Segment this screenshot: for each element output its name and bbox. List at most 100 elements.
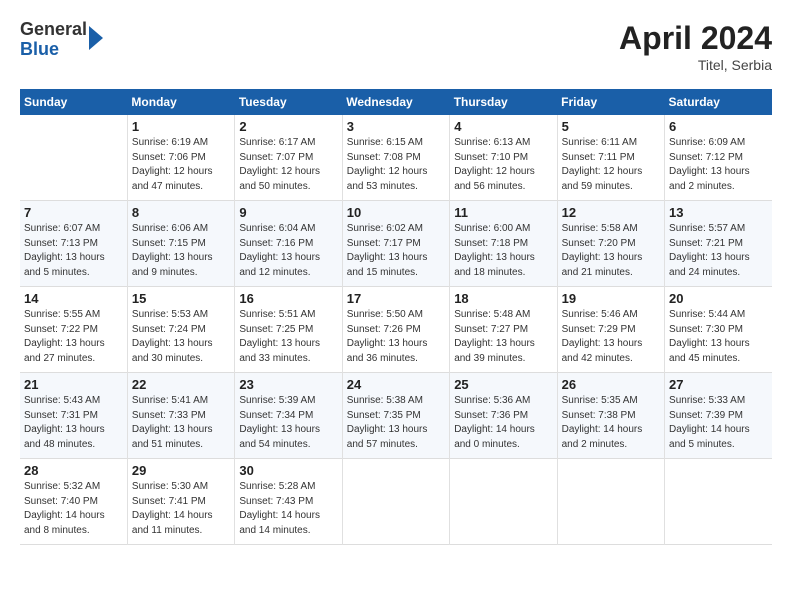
day-info: Sunrise: 6:04 AM Sunset: 7:16 PM Dayligh… [239, 222, 337, 280]
day-info: Sunrise: 5:36 AM Sunset: 7:36 PM Dayligh… [454, 394, 552, 452]
calendar-week-row: 28 Sunrise: 5:32 AM Sunset: 7:40 PM Dayli… [20, 459, 772, 545]
calendar-cell: 5Sunrise: 6:11 AM Sunset: 7:11 PM Daylig… [557, 115, 664, 201]
day-info: Sunrise: 5:30 AM Sunset: 7:41 PM Dayligh… [132, 480, 230, 538]
day-info: Sunrise: 5:38 AM Sunset: 7:35 PM Dayligh… [347, 394, 445, 452]
calendar-cell: 12 Sunrise: 5:58 AM Sunset: 7:20 PM Dayli… [557, 201, 664, 287]
calendar-cell: 2Sunrise: 6:17 AM Sunset: 7:07 PM Daylig… [235, 115, 342, 201]
day-info: Sunrise: 5:51 AM Sunset: 7:25 PM Dayligh… [239, 308, 337, 366]
day-number: 21 [24, 377, 123, 392]
subtitle: Titel, Serbia [619, 57, 772, 73]
calendar-week-row: 1Sunrise: 6:19 AM Sunset: 7:06 PM Daylig… [20, 115, 772, 201]
calendar-cell: 18 Sunrise: 5:48 AM Sunset: 7:27 PM Dayli… [450, 287, 557, 373]
calendar-cell: 4 Sunrise: 6:13 AM Sunset: 7:10 PM Daylig… [450, 115, 557, 201]
day-number: 3 [347, 119, 445, 134]
day-number: 29 [132, 463, 230, 478]
calendar-cell: 13 Sunrise: 5:57 AM Sunset: 7:21 PM Dayli… [665, 201, 772, 287]
calendar-cell: 14 Sunrise: 5:55 AM Sunset: 7:22 PM Dayli… [20, 287, 127, 373]
day-header: Saturday [665, 89, 772, 115]
calendar-cell [665, 459, 772, 545]
day-info: Sunrise: 5:41 AM Sunset: 7:33 PM Dayligh… [132, 394, 230, 452]
day-info: Sunrise: 6:17 AM Sunset: 7:07 PM Dayligh… [239, 136, 337, 194]
calendar-cell: 6 Sunrise: 6:09 AM Sunset: 7:12 PM Daylig… [665, 115, 772, 201]
day-info: Sunrise: 5:35 AM Sunset: 7:38 PM Dayligh… [562, 394, 660, 452]
day-number: 10 [347, 205, 445, 220]
day-info: Sunrise: 6:09 AM Sunset: 7:12 PM Dayligh… [669, 136, 768, 194]
logo-line1: General [20, 20, 87, 40]
calendar-cell: 30Sunrise: 5:28 AM Sunset: 7:43 PM Dayli… [235, 459, 342, 545]
day-number: 24 [347, 377, 445, 392]
logo-icon [89, 26, 103, 50]
calendar-week-row: 14 Sunrise: 5:55 AM Sunset: 7:22 PM Dayli… [20, 287, 772, 373]
day-number: 30 [239, 463, 337, 478]
day-header: Friday [557, 89, 664, 115]
day-header: Wednesday [342, 89, 449, 115]
day-number: 1 [132, 119, 230, 134]
day-number: 25 [454, 377, 552, 392]
day-number: 11 [454, 205, 552, 220]
day-number: 6 [669, 119, 768, 134]
calendar-cell: 25 Sunrise: 5:36 AM Sunset: 7:36 PM Dayli… [450, 373, 557, 459]
calendar-cell [450, 459, 557, 545]
day-number: 20 [669, 291, 768, 306]
day-header: Sunday [20, 89, 127, 115]
calendar-cell: 24 Sunrise: 5:38 AM Sunset: 7:35 PM Dayli… [342, 373, 449, 459]
day-info: Sunrise: 6:07 AM Sunset: 7:13 PM Dayligh… [24, 222, 123, 280]
calendar-cell: 27Sunrise: 5:33 AM Sunset: 7:39 PM Dayli… [665, 373, 772, 459]
calendar-cell: 1Sunrise: 6:19 AM Sunset: 7:06 PM Daylig… [127, 115, 234, 201]
main-title: April 2024 [619, 20, 772, 57]
header-row: SundayMondayTuesdayWednesdayThursdayFrid… [20, 89, 772, 115]
calendar-cell: 22 Sunrise: 5:41 AM Sunset: 7:33 PM Dayli… [127, 373, 234, 459]
calendar-cell: 9 Sunrise: 6:04 AM Sunset: 7:16 PM Daylig… [235, 201, 342, 287]
calendar-cell: 16 Sunrise: 5:51 AM Sunset: 7:25 PM Dayli… [235, 287, 342, 373]
day-number: 23 [239, 377, 337, 392]
day-info: Sunrise: 5:32 AM Sunset: 7:40 PM Dayligh… [24, 480, 123, 538]
day-number: 13 [669, 205, 768, 220]
day-number: 17 [347, 291, 445, 306]
calendar-cell: 10Sunrise: 6:02 AM Sunset: 7:17 PM Dayli… [342, 201, 449, 287]
day-info: Sunrise: 6:15 AM Sunset: 7:08 PM Dayligh… [347, 136, 445, 194]
day-number: 14 [24, 291, 123, 306]
day-info: Sunrise: 5:57 AM Sunset: 7:21 PM Dayligh… [669, 222, 768, 280]
day-info: Sunrise: 5:44 AM Sunset: 7:30 PM Dayligh… [669, 308, 768, 366]
calendar-cell [557, 459, 664, 545]
day-number: 19 [562, 291, 660, 306]
day-info: Sunrise: 5:39 AM Sunset: 7:34 PM Dayligh… [239, 394, 337, 452]
day-number: 4 [454, 119, 552, 134]
day-info: Sunrise: 5:53 AM Sunset: 7:24 PM Dayligh… [132, 308, 230, 366]
day-number: 26 [562, 377, 660, 392]
calendar-cell [342, 459, 449, 545]
day-number: 9 [239, 205, 337, 220]
calendar-table: SundayMondayTuesdayWednesdayThursdayFrid… [20, 89, 772, 545]
day-info: Sunrise: 5:55 AM Sunset: 7:22 PM Dayligh… [24, 308, 123, 366]
day-number: 12 [562, 205, 660, 220]
day-number: 28 [24, 463, 123, 478]
day-number: 18 [454, 291, 552, 306]
day-info: Sunrise: 5:46 AM Sunset: 7:29 PM Dayligh… [562, 308, 660, 366]
day-info: Sunrise: 6:13 AM Sunset: 7:10 PM Dayligh… [454, 136, 552, 194]
calendar-cell: 11 Sunrise: 6:00 AM Sunset: 7:18 PM Dayli… [450, 201, 557, 287]
day-info: Sunrise: 6:00 AM Sunset: 7:18 PM Dayligh… [454, 222, 552, 280]
calendar-header: SundayMondayTuesdayWednesdayThursdayFrid… [20, 89, 772, 115]
day-info: Sunrise: 5:48 AM Sunset: 7:27 PM Dayligh… [454, 308, 552, 366]
day-number: 16 [239, 291, 337, 306]
page-header: General Blue April 2024 Titel, Serbia [20, 20, 772, 73]
day-number: 7 [24, 205, 123, 220]
day-info: Sunrise: 5:58 AM Sunset: 7:20 PM Dayligh… [562, 222, 660, 280]
day-info: Sunrise: 5:33 AM Sunset: 7:39 PM Dayligh… [669, 394, 768, 452]
day-header: Tuesday [235, 89, 342, 115]
calendar-cell [20, 115, 127, 201]
calendar-cell: 20 Sunrise: 5:44 AM Sunset: 7:30 PM Dayli… [665, 287, 772, 373]
calendar-cell: 17Sunrise: 5:50 AM Sunset: 7:26 PM Dayli… [342, 287, 449, 373]
logo-line2: Blue [20, 40, 87, 60]
day-info: Sunrise: 5:43 AM Sunset: 7:31 PM Dayligh… [24, 394, 123, 452]
day-header: Monday [127, 89, 234, 115]
calendar-week-row: 21 Sunrise: 5:43 AM Sunset: 7:31 PM Dayli… [20, 373, 772, 459]
calendar-cell: 8Sunrise: 6:06 AM Sunset: 7:15 PM Daylig… [127, 201, 234, 287]
logo: General Blue [20, 20, 103, 60]
calendar-cell: 29 Sunrise: 5:30 AM Sunset: 7:41 PM Dayli… [127, 459, 234, 545]
calendar-cell: 19 Sunrise: 5:46 AM Sunset: 7:29 PM Dayli… [557, 287, 664, 373]
day-number: 22 [132, 377, 230, 392]
calendar-body: 1Sunrise: 6:19 AM Sunset: 7:06 PM Daylig… [20, 115, 772, 545]
calendar-cell: 26 Sunrise: 5:35 AM Sunset: 7:38 PM Dayli… [557, 373, 664, 459]
day-info: Sunrise: 6:11 AM Sunset: 7:11 PM Dayligh… [562, 136, 660, 194]
